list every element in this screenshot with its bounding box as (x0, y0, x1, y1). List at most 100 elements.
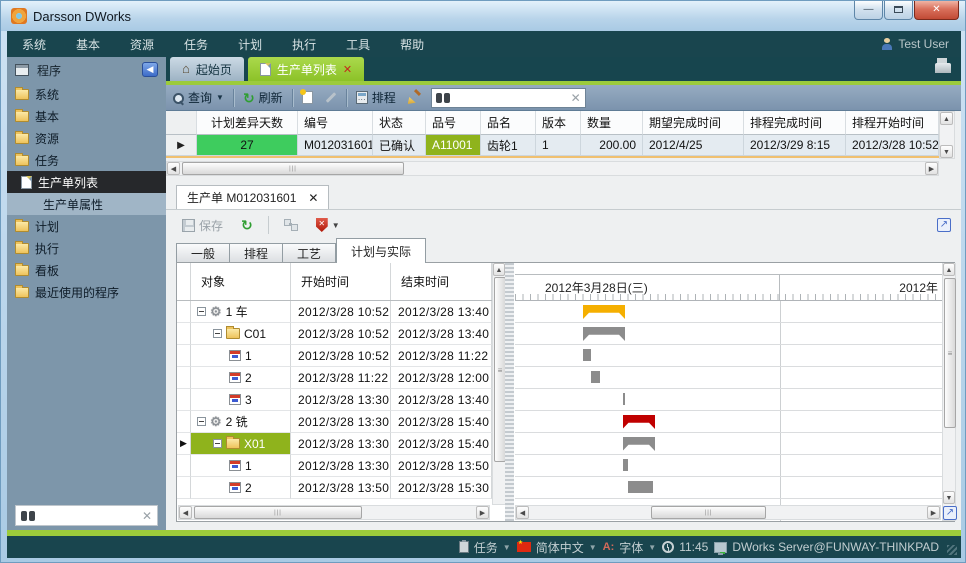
edit-button[interactable] (319, 96, 343, 99)
sidebar-item-执行[interactable]: 执行 (7, 237, 166, 259)
tab-生产单列表[interactable]: 生产单列表✕ (248, 57, 364, 81)
grid-col-版本[interactable]: 版本 (536, 111, 581, 135)
menu-item-执行[interactable]: 执行 (277, 36, 331, 53)
query-button[interactable]: 查询 ▼ (166, 89, 230, 106)
grid-cell-数量[interactable]: 200.00 (581, 135, 643, 156)
table-col-开始时间[interactable]: 开始时间 (291, 263, 391, 300)
tree-cell-2 铣[interactable]: ⚙2 铣 (191, 411, 291, 433)
splitter-handle[interactable] (505, 263, 514, 521)
menu-item-资源[interactable]: 资源 (115, 36, 169, 53)
tree-cell-C01[interactable]: C01 (191, 323, 291, 345)
tree-cell-3[interactable]: 3 (191, 389, 291, 411)
detail-refresh-button[interactable]: ↻ (235, 219, 259, 231)
popout-window-icon[interactable] (937, 218, 951, 232)
detail-tab-close-icon[interactable]: ✕ (308, 186, 318, 210)
title-bar[interactable]: Darsson DWorks — ✕ (1, 1, 966, 31)
tree-expander-icon[interactable] (197, 307, 206, 316)
subtab-排程[interactable]: 排程 (230, 243, 283, 263)
minimize-button[interactable]: — (854, 1, 883, 20)
gantt-bar-3[interactable] (623, 393, 626, 405)
menu-item-任务[interactable]: 任务 (169, 36, 223, 53)
table-hscrollbar[interactable]: ◀ ||| ▶ (178, 505, 490, 520)
scroll-right-icon[interactable]: ▶ (927, 506, 940, 519)
sidebar-item-资源[interactable]: 资源 (7, 127, 166, 149)
scroll-left-icon[interactable]: ◀ (516, 506, 529, 519)
printer-icon[interactable] (935, 61, 951, 73)
table-row[interactable]: ⚙1 车2012/3/28 10:522012/3/28 13:40 (177, 301, 492, 323)
tree-expander-icon[interactable] (197, 417, 206, 426)
gantt-row[interactable] (515, 389, 942, 411)
save-button[interactable]: 保存 (176, 217, 229, 234)
refresh-button[interactable]: ↻ 刷新 (237, 89, 289, 106)
sidebar-item-系统[interactable]: 系统 (7, 83, 166, 105)
table-row[interactable]: ⚙2 铣2012/3/28 13:302012/3/28 15:40 (177, 411, 492, 433)
sidebar-collapse-button[interactable]: ◀ (142, 62, 158, 77)
sidebar-item-生产单列表[interactable]: 生产单列表 (7, 171, 166, 193)
new-button[interactable] (296, 91, 319, 104)
grid-cell-版本[interactable]: 1 (536, 135, 581, 156)
table-row[interactable]: C012012/3/28 10:522012/3/28 13:40 (177, 323, 492, 345)
grid-col-编号[interactable]: 编号 (298, 111, 373, 135)
gantt-bar-1[interactable] (623, 459, 628, 471)
table-col-结束时间[interactable]: 结束时间 (391, 263, 492, 300)
table-col-对象[interactable]: 对象 (191, 263, 291, 300)
sidebar-item-生产单属性[interactable]: 生产单属性 (7, 193, 166, 215)
validate-dropdown-caret-icon[interactable]: ▼ (332, 221, 340, 230)
menu-item-基本[interactable]: 基本 (61, 36, 115, 53)
grid-col-计划差异天数[interactable]: 计划差异天数 (197, 111, 298, 135)
menu-item-计划[interactable]: 计划 (223, 36, 277, 53)
resize-grip[interactable] (947, 545, 957, 555)
gantt-row[interactable] (515, 411, 942, 433)
gantt-row[interactable] (515, 367, 942, 389)
table-row[interactable]: ▶X012012/3/28 13:302012/3/28 15:40 (177, 433, 492, 455)
table-row[interactable]: 22012/3/28 11:222012/3/28 12:00 (177, 367, 492, 389)
menu-item-帮助[interactable]: 帮助 (385, 36, 439, 53)
subtab-一般[interactable]: 一般 (176, 243, 230, 263)
grid-cell-排程开始时间[interactable]: 2012/3/28 10:52 (846, 135, 939, 156)
table-row[interactable]: 22012/3/28 13:502012/3/28 15:30 (177, 477, 492, 499)
gantt-vscroll-thumb[interactable]: ≡ (944, 278, 956, 428)
sidebar-search-input[interactable] (39, 510, 138, 522)
gantt-row[interactable] (515, 433, 942, 455)
subtab-计划与实际[interactable]: 计划与实际 (336, 238, 426, 263)
grid-col-品号[interactable]: 品号 (426, 111, 481, 135)
scroll-down-icon[interactable]: ▼ (943, 491, 955, 504)
status-task-selector[interactable]: 任务 ▼ (459, 539, 511, 556)
grid-hscrollbar[interactable]: ◀ ||| ▶ (166, 161, 939, 176)
detail-document-tab[interactable]: 生产单 M012031601 ✕ (176, 185, 329, 209)
clean-button[interactable] (402, 91, 427, 104)
gantt-row[interactable] (515, 301, 942, 323)
grid-col-排程完成时间[interactable]: 排程完成时间 (744, 111, 846, 135)
close-button[interactable]: ✕ (914, 1, 959, 20)
schedule-button[interactable]: 排程 (350, 89, 402, 106)
user-indicator[interactable]: Test User (881, 37, 949, 51)
sidebar-item-计划[interactable]: 计划 (7, 215, 166, 237)
scroll-left-icon[interactable]: ◀ (167, 162, 180, 175)
tree-expander-icon[interactable] (213, 329, 222, 338)
tab-close-icon[interactable]: ✕ (343, 63, 352, 76)
menu-item-工具[interactable]: 工具 (331, 36, 385, 53)
grid-cell-状态[interactable]: 已确认 (373, 135, 426, 156)
scroll-down-icon[interactable]: ▼ (940, 145, 953, 158)
gantt-hscroll-thumb[interactable]: ||| (651, 506, 766, 519)
scroll-up-icon[interactable]: ▲ (493, 263, 505, 276)
sidebar-item-看板[interactable]: 看板 (7, 259, 166, 281)
grid-cell-排程完成时间[interactable]: 2012/3/29 8:15 (744, 135, 846, 156)
sidebar-search-clear-icon[interactable]: ✕ (142, 509, 152, 523)
subtab-工艺[interactable]: 工艺 (283, 243, 336, 263)
grid-cell-期望完成时间[interactable]: 2012/4/25 (643, 135, 744, 156)
scroll-up-icon[interactable]: ▲ (943, 263, 955, 276)
grid-cell-品号[interactable]: A11001 (426, 135, 481, 156)
tree-cell-1[interactable]: 1 (191, 345, 291, 367)
dropdown-caret-icon[interactable]: ▼ (503, 543, 511, 552)
table-row[interactable]: 12012/3/28 10:522012/3/28 11:22 (177, 345, 492, 367)
tree-cell-2[interactable]: 2 (191, 477, 291, 499)
scroll-right-icon[interactable]: ▶ (925, 162, 938, 175)
tree-cell-1 车[interactable]: ⚙1 车 (191, 301, 291, 323)
status-language-selector[interactable]: 简体中文 ▼ (517, 539, 597, 556)
tree-cell-X01[interactable]: X01 (191, 433, 291, 455)
sidebar-item-基本[interactable]: 基本 (7, 105, 166, 127)
dropdown-caret-icon[interactable]: ▼ (589, 543, 597, 552)
gantt-hscrollbar[interactable]: ◀ ||| ▶ (515, 505, 941, 520)
grid-col-数量[interactable]: 数量 (581, 111, 643, 135)
